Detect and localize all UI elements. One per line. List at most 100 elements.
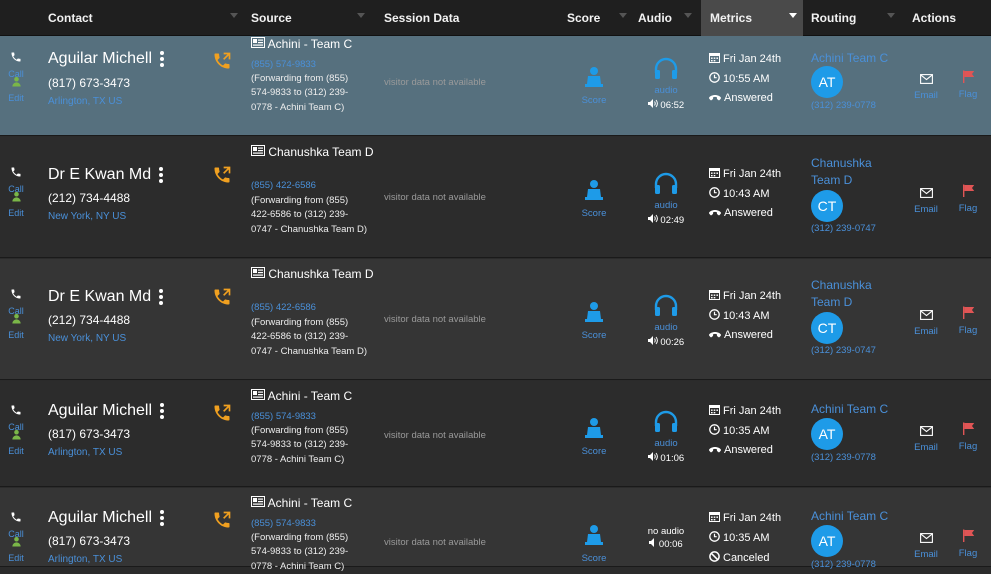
table-row[interactable]: Call Edit Aguilar Michell (817) 673-3473… bbox=[0, 488, 991, 572]
score-button[interactable]: Score bbox=[579, 417, 609, 457]
duration-value: 01:06 bbox=[660, 453, 685, 464]
routing-phone[interactable]: (312) 239-0778 bbox=[811, 559, 876, 570]
session-data: visitor data not available bbox=[384, 430, 486, 441]
edit-button[interactable]: Edit bbox=[4, 74, 28, 103]
contact-name[interactable]: Aguilar Michell bbox=[48, 50, 152, 67]
flag-icon bbox=[962, 422, 975, 439]
flag-button[interactable]: Flag bbox=[951, 529, 985, 559]
email-button[interactable]: Email bbox=[909, 185, 943, 215]
city-link[interactable]: Arlington bbox=[48, 96, 87, 107]
routing-name[interactable]: Achini Team C bbox=[811, 508, 901, 525]
contact-name[interactable]: Aguilar Michell bbox=[48, 509, 152, 526]
more-options-icon[interactable] bbox=[159, 165, 164, 185]
avatar[interactable]: AT bbox=[811, 525, 843, 557]
header-source[interactable]: Source bbox=[251, 0, 371, 36]
headphones-icon[interactable] bbox=[653, 172, 679, 199]
flag-button[interactable]: Flag bbox=[951, 184, 985, 214]
region-link[interactable]: TX US bbox=[93, 96, 122, 107]
source-number[interactable]: (855) 574-9833 bbox=[251, 411, 316, 422]
flag-button[interactable]: Flag bbox=[951, 70, 985, 100]
avatar[interactable]: CT bbox=[811, 312, 843, 344]
contact-phone: (817) 673-3473 bbox=[48, 76, 131, 90]
score-button[interactable]: Score bbox=[579, 66, 609, 106]
sort-caret-icon[interactable] bbox=[619, 13, 627, 18]
avatar[interactable]: AT bbox=[811, 418, 843, 450]
more-options-icon[interactable] bbox=[160, 49, 165, 69]
city-link[interactable]: Arlington bbox=[48, 554, 87, 565]
edit-button[interactable]: Edit bbox=[4, 427, 28, 456]
edit-button[interactable]: Edit bbox=[4, 534, 28, 563]
audio-link[interactable]: audio bbox=[642, 200, 690, 211]
edit-button[interactable]: Edit bbox=[4, 311, 28, 340]
city-link[interactable]: New York bbox=[48, 333, 90, 344]
routing-phone[interactable]: (312) 239-0778 bbox=[811, 452, 876, 463]
table-row[interactable]: Call Edit Dr E Kwan Md (212) 734-4488 Ne… bbox=[0, 259, 991, 380]
audio-link[interactable]: audio bbox=[642, 322, 690, 333]
session-data: visitor data not available bbox=[384, 537, 486, 548]
contact-name[interactable]: Aguilar Michell bbox=[48, 402, 152, 419]
source-number[interactable]: (855) 422-6586 bbox=[251, 180, 316, 191]
audio-link[interactable]: audio bbox=[642, 85, 690, 96]
city-link[interactable]: Arlington bbox=[48, 447, 87, 458]
volume-icon bbox=[647, 99, 658, 111]
audio-link[interactable]: audio bbox=[642, 438, 690, 449]
phone-icon bbox=[10, 510, 22, 527]
phone-icon bbox=[10, 403, 22, 420]
email-button[interactable]: Email bbox=[909, 307, 943, 337]
routing-name[interactable]: Chanushka Team D bbox=[811, 155, 901, 189]
sort-caret-icon[interactable] bbox=[887, 13, 895, 18]
table-row[interactable]: Call Edit Aguilar Michell (817) 673-3473… bbox=[0, 381, 991, 487]
contact-name[interactable]: Dr E Kwan Md bbox=[48, 288, 151, 305]
region-link[interactable]: NY US bbox=[96, 211, 126, 222]
table-row[interactable]: Call Edit Dr E Kwan Md (212) 734-4488 Ne… bbox=[0, 137, 991, 258]
metric-status: Answered bbox=[709, 92, 773, 104]
contact-name[interactable]: Dr E Kwan Md bbox=[48, 166, 151, 183]
routing-phone[interactable]: (312) 239-0747 bbox=[811, 345, 876, 356]
email-button[interactable]: Email bbox=[909, 71, 943, 101]
region-link[interactable]: TX US bbox=[93, 554, 122, 565]
email-button[interactable]: Email bbox=[909, 423, 943, 453]
more-options-icon[interactable] bbox=[160, 401, 165, 421]
header-routing[interactable]: Routing bbox=[811, 0, 901, 36]
forwarding-info: (Forwarding from (855) 574-9833 to (312)… bbox=[251, 73, 349, 113]
header-metrics[interactable]: Metrics bbox=[701, 0, 803, 36]
avatar[interactable]: CT bbox=[811, 190, 843, 222]
sort-caret-icon[interactable] bbox=[230, 13, 238, 18]
headphones-icon[interactable] bbox=[653, 410, 679, 437]
table-row[interactable]: Call Edit Aguilar Michell (817) 673-3473… bbox=[0, 36, 991, 136]
routing-name[interactable]: Achini Team C bbox=[811, 401, 901, 418]
source-number[interactable]: (855) 574-9833 bbox=[251, 59, 316, 70]
flag-button[interactable]: Flag bbox=[951, 422, 985, 452]
routing-name[interactable]: Chanushka Team D bbox=[811, 277, 901, 311]
edit-button[interactable]: Edit bbox=[4, 189, 28, 218]
routing-name[interactable]: Achini Team C bbox=[811, 50, 901, 67]
routing-phone[interactable]: (312) 239-0778 bbox=[811, 100, 876, 111]
source-number[interactable]: (855) 422-6586 bbox=[251, 302, 316, 313]
header-contact[interactable]: Contact bbox=[48, 0, 244, 36]
header-session[interactable]: Session Data bbox=[384, 0, 554, 36]
source-number[interactable]: (855) 574-9833 bbox=[251, 518, 316, 529]
flag-button[interactable]: Flag bbox=[951, 306, 985, 336]
region-link[interactable]: NY US bbox=[96, 333, 126, 344]
sort-caret-icon[interactable] bbox=[684, 13, 692, 18]
email-button[interactable]: Email bbox=[909, 530, 943, 560]
more-options-icon[interactable] bbox=[159, 287, 164, 307]
score-button[interactable]: Score bbox=[579, 179, 609, 219]
source-title: Achini - Team C bbox=[251, 496, 376, 510]
headphones-icon[interactable] bbox=[653, 294, 679, 321]
header-score[interactable]: Score bbox=[567, 0, 633, 36]
routing-phone[interactable]: (312) 239-0747 bbox=[811, 223, 876, 234]
headphones-icon[interactable] bbox=[653, 57, 679, 84]
region-link[interactable]: TX US bbox=[93, 447, 122, 458]
envelope-icon bbox=[919, 185, 933, 202]
header-audio[interactable]: Audio bbox=[638, 0, 698, 36]
score-button[interactable]: Score bbox=[579, 301, 609, 341]
source-card-icon bbox=[251, 267, 265, 281]
more-options-icon[interactable] bbox=[160, 508, 165, 528]
source-name: Chanushka Team D bbox=[268, 267, 374, 281]
sort-caret-icon[interactable] bbox=[789, 13, 797, 18]
avatar[interactable]: AT bbox=[811, 66, 843, 98]
score-button[interactable]: Score bbox=[579, 524, 609, 564]
sort-caret-icon[interactable] bbox=[357, 13, 365, 18]
city-link[interactable]: New York bbox=[48, 211, 90, 222]
